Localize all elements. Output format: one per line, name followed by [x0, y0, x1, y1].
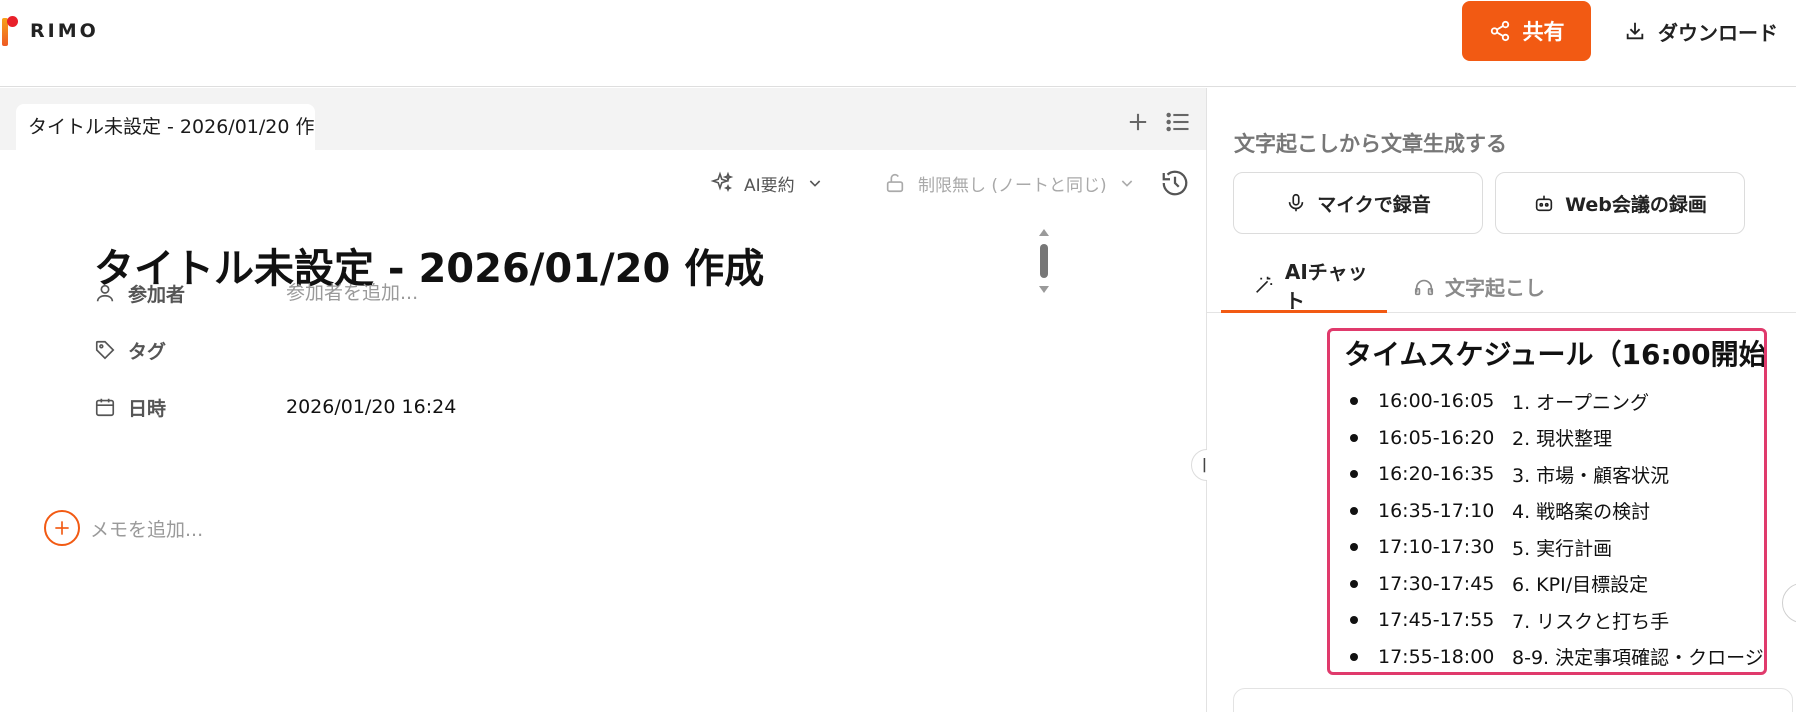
plus-icon[interactable]	[1124, 108, 1152, 136]
download-label: ダウンロード	[1658, 20, 1778, 45]
schedule-agenda: 7. リスクと打ち手	[1512, 610, 1670, 633]
ai-summary-label: AI要約	[744, 175, 795, 196]
web-meeting-record-button[interactable]: Web会議の録画	[1495, 172, 1745, 234]
schedule-agenda: 1. オープニング	[1512, 391, 1650, 414]
tag-icon	[92, 337, 118, 363]
list-icon[interactable]	[1164, 108, 1192, 136]
schedule-time: 16:20-16:35	[1378, 463, 1495, 486]
schedule-time: 16:00-16:05	[1378, 390, 1495, 413]
schedule-agenda: 6. KPI/目標設定	[1512, 574, 1649, 597]
history-icon[interactable]	[1160, 168, 1190, 198]
tab-transcript-label: 文字起こし	[1445, 276, 1545, 300]
scroll-down-button[interactable]	[1782, 583, 1796, 623]
add-memo-button[interactable]: メモを追加...	[44, 510, 203, 546]
document-tabbar: タイトル未設定 - 2026/01/20 作成	[0, 88, 1206, 150]
datetime-value[interactable]: 2026/01/20 16:24	[286, 392, 456, 422]
app-logo[interactable]: RIMO	[2, 16, 99, 46]
schedule-agenda: 5. 実行計画	[1512, 537, 1613, 560]
schedule-time: 16:05-16:20	[1378, 426, 1495, 449]
side-panel-heading: 文字起こしから文章生成する	[1234, 132, 1507, 156]
document-title[interactable]: タイトル未設定 - 2026/01/20 作成	[94, 236, 764, 294]
schedule-item: 17:55-18:00 8-9. 決定事項確認・クロージング	[1350, 639, 1764, 673]
ai-summary-dropdown[interactable]: AI要約	[710, 168, 833, 198]
share-icon	[1490, 20, 1509, 42]
schedule-card: タイムスケジュール（16:00開始） 16:00-16:05 1. オープニング …	[1327, 328, 1767, 675]
add-memo-label: メモを追加...	[90, 518, 204, 541]
schedule-item: 16:20-16:35 3. 市場・顧客状況	[1350, 456, 1764, 493]
schedule-agenda: 2. 現状整理	[1512, 428, 1613, 451]
schedule-item: 17:30-17:45 6. KPI/目標設定	[1350, 566, 1764, 603]
participants-row: 参加者	[92, 278, 185, 308]
headphones-icon	[1414, 279, 1434, 295]
schedule-time: 17:30-17:45	[1378, 572, 1495, 595]
datetime-row: 日時	[92, 392, 166, 422]
person-icon	[92, 280, 118, 306]
download-icon	[1626, 22, 1644, 40]
share-button[interactable]: 共有	[1462, 1, 1591, 61]
schedule-item: 16:00-16:05 1. オープニング	[1350, 383, 1764, 420]
app-header: RIMO 共有 ダウンロード	[0, 0, 1796, 87]
mic-record-label: マイクで録音	[1317, 193, 1431, 216]
schedule-time: 17:55-18:00	[1378, 645, 1495, 668]
tab-ai-chat-label: AIチャット	[1284, 260, 1368, 313]
schedule-time: 17:10-17:30	[1378, 536, 1495, 559]
participants-input[interactable]: 参加者を追加...	[286, 278, 418, 308]
schedule-agenda: 8-9. 決定事項確認・クロージング	[1512, 647, 1764, 670]
schedule-item: 17:45-17:55 7. リスクと打ち手	[1350, 602, 1764, 639]
chat-input[interactable]	[1233, 688, 1793, 712]
schedule-list: 16:00-16:05 1. オープニング 16:05-16:20 2. 現状整理 …	[1350, 383, 1764, 673]
restriction-label: 制限無し (ノートと同じ)	[918, 175, 1107, 196]
schedule-time: 16:35-17:10	[1378, 499, 1495, 522]
unlock-icon	[886, 173, 904, 193]
side-panel: 文字起こしから文章生成する マイクで録音 Web会議の録画 AIチャット 文字起…	[1207, 88, 1796, 712]
schedule-title: タイムスケジュール（16:00開始）	[1344, 338, 1767, 371]
sparkle-icon	[710, 171, 734, 193]
schedule-time: 17:45-17:55	[1378, 609, 1495, 632]
web-meeting-record-label: Web会議の録画	[1565, 193, 1707, 216]
calendar-icon	[92, 394, 118, 420]
tags-label: タグ	[128, 340, 167, 363]
download-button[interactable]: ダウンロード	[1616, 1, 1786, 61]
side-panel-tabs: AIチャット 文字起こし	[1207, 260, 1796, 313]
schedule-item: 17:10-17:30 5. 実行計画	[1350, 529, 1764, 566]
microphone-icon	[1288, 193, 1304, 212]
datetime-label: 日時	[128, 397, 167, 420]
logo-mark	[2, 16, 18, 46]
document-tab[interactable]: タイトル未設定 - 2026/01/20 作成	[16, 104, 315, 150]
tab-transcript[interactable]: 文字起こし	[1413, 260, 1545, 313]
share-label: 共有	[1522, 20, 1565, 44]
access-restriction-dropdown[interactable]: 制限無し (ノートと同じ)	[884, 168, 1147, 198]
schedule-item: 16:35-17:10 4. 戦略案の検討	[1350, 493, 1764, 530]
logo-text: RIMO	[30, 20, 99, 42]
chevron-down-icon	[1121, 180, 1132, 187]
plus-circle-icon	[44, 510, 80, 546]
magic-wand-icon	[1256, 276, 1273, 293]
editor-panel: タイトル未設定 - 2026/01/20 作成 AI要約 制限無し (ノートと同…	[0, 88, 1206, 712]
participants-label: 参加者	[128, 283, 186, 306]
scroll-indicator[interactable]	[1036, 226, 1052, 296]
chevron-down-icon	[809, 180, 820, 187]
schedule-agenda: 4. 戦略案の検討	[1512, 501, 1651, 524]
schedule-item: 16:05-16:20 2. 現状整理	[1350, 420, 1764, 457]
tab-ai-chat[interactable]: AIチャット	[1221, 260, 1387, 313]
schedule-agenda: 3. 市場・顧客状況	[1512, 464, 1670, 487]
tags-row: タグ	[92, 335, 166, 365]
robot-icon	[1535, 195, 1553, 212]
mic-record-button[interactable]: マイクで録音	[1233, 172, 1483, 234]
